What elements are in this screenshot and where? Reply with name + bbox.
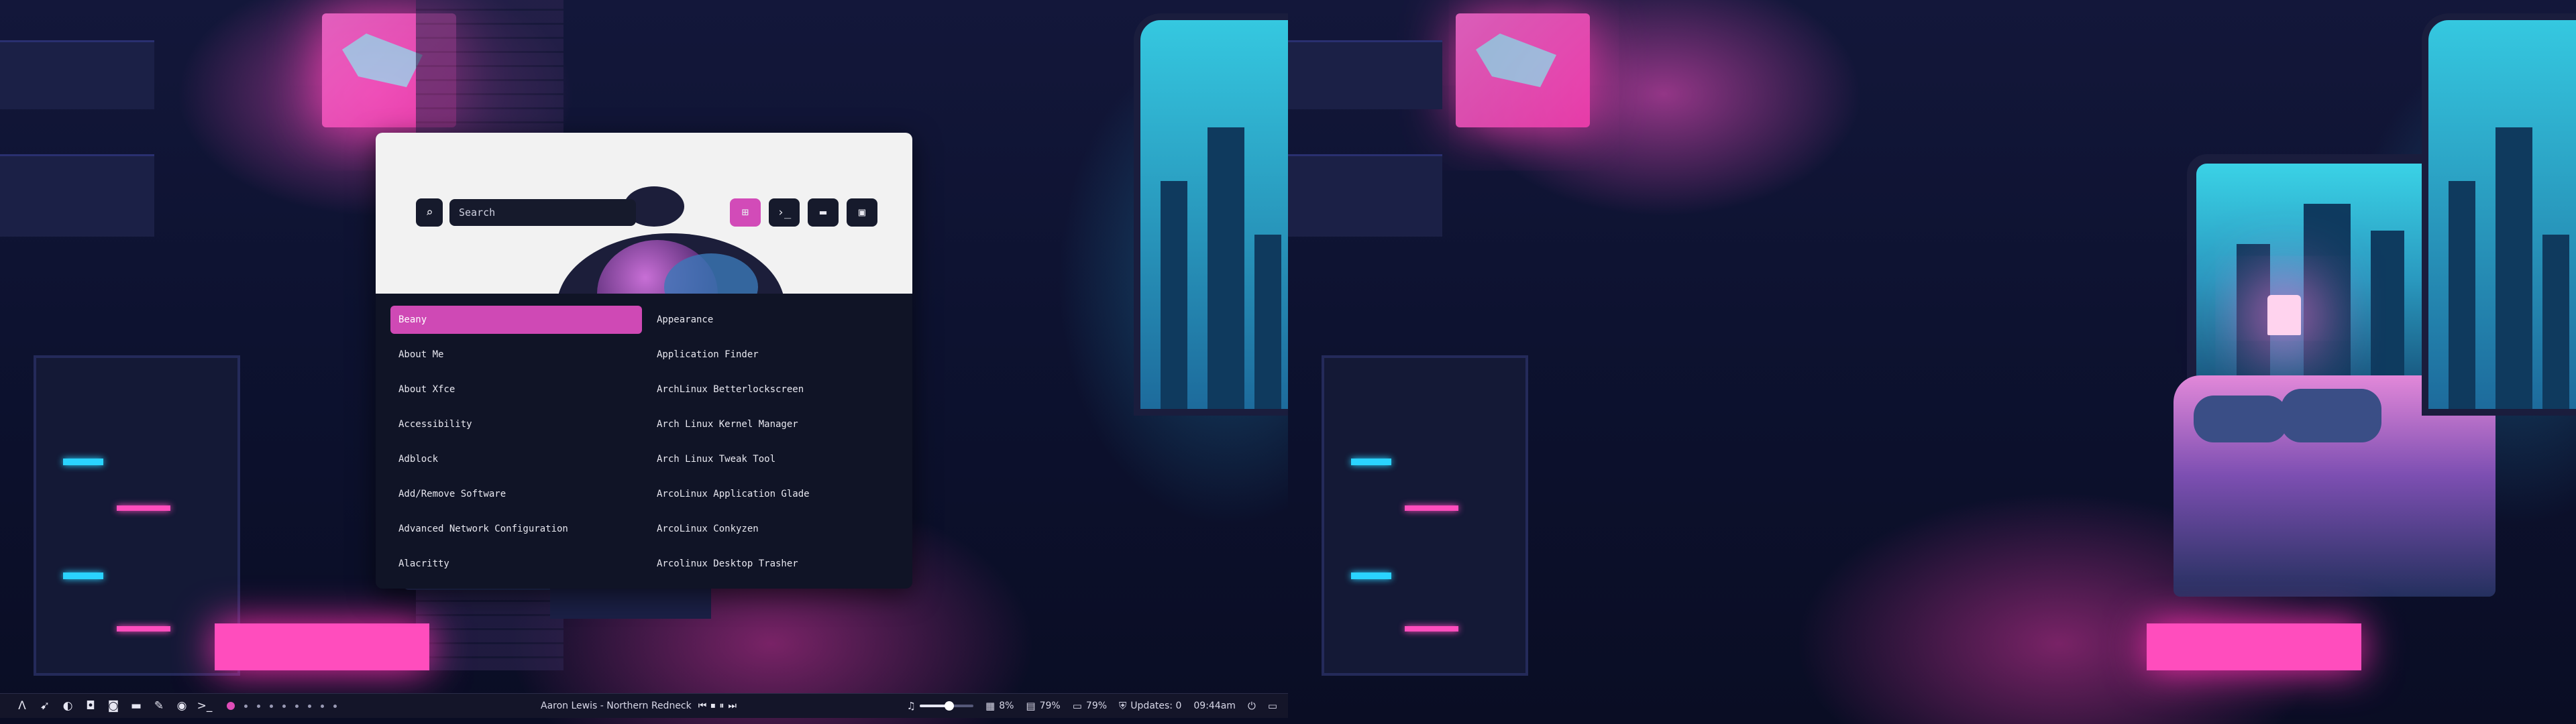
half-circle-icon[interactable]: ◐ <box>56 695 79 717</box>
wrench-icon[interactable]: ✎ <box>148 695 170 717</box>
city-window <box>2422 13 2576 416</box>
bookshelf <box>1288 40 1442 109</box>
terminal-icon[interactable]: >_ <box>193 695 216 717</box>
camera-icon[interactable]: ◉ <box>170 695 193 717</box>
rocket-icon[interactable]: ➹ <box>34 695 56 717</box>
disk-value: 79% <box>1085 701 1108 711</box>
shopping-bag-icon[interactable]: ◙ <box>102 695 125 717</box>
pause-icon[interactable]: ⏸ <box>719 701 724 711</box>
memory-icon: ▤ <box>1026 700 1036 712</box>
workspace-1[interactable] <box>227 702 235 710</box>
media-controls: ⏮ ⏹ ⏸ ⏭ <box>698 701 737 711</box>
next-icon[interactable]: ⏭ <box>728 701 737 711</box>
app-launcher: ⌕ ⊞ ›_ ▬ ▣ Beany Appearance About Me App… <box>376 133 912 589</box>
list-item[interactable]: Arch Linux Tweak Tool <box>649 445 900 473</box>
workspace-switcher <box>227 702 337 710</box>
list-item[interactable]: Accessibility <box>390 410 642 438</box>
list-item[interactable]: Alacritty <box>390 550 642 578</box>
folder-icon[interactable]: ▬ <box>125 695 148 717</box>
list-item[interactable]: ArcoLinux Application Glade <box>649 480 900 508</box>
list-item[interactable]: Arcolinux Desktop Trasher <box>649 550 900 578</box>
window-icon[interactable]: ▣ <box>847 198 877 227</box>
list-item[interactable]: Add/Remove Software <box>390 480 642 508</box>
workspace-3[interactable] <box>257 704 260 708</box>
lamp <box>2267 295 2301 335</box>
system-tray: ♫ ▦ 8% ▤ 79% ▭ 79% ⛨ Updates: 0 09:44am … <box>907 694 1277 718</box>
updates-indicator[interactable]: ⛨ Updates: 0 <box>1119 700 1181 712</box>
server-rack <box>34 355 240 676</box>
search-icon[interactable]: ⌕ <box>416 198 443 227</box>
workspace-6[interactable] <box>295 704 299 708</box>
disk-icon: ▭ <box>1072 700 1082 712</box>
list-item[interactable]: Appearance <box>649 306 900 334</box>
list-item[interactable]: About Xfce <box>390 375 642 404</box>
disk-monitor[interactable]: ▭ 79% <box>1073 700 1107 712</box>
list-item[interactable]: Advanced Network Configuration <box>390 515 642 543</box>
list-item[interactable]: Application Finder <box>649 341 900 369</box>
volume-slider[interactable] <box>920 701 973 711</box>
list-item[interactable]: Arch Linux Kernel Manager <box>649 410 900 438</box>
power-icon[interactable]: ⏻ <box>1248 700 1256 712</box>
launcher-modes: ⊞ ›_ ▬ ▣ <box>730 198 877 227</box>
volume-control: ♫ <box>907 700 973 712</box>
gamepad-icon[interactable]: ◘ <box>79 695 102 717</box>
media-player: Aaron Lewis - Northern Redneck ⏮ ⏹ ⏸ ⏭ <box>541 694 737 718</box>
monitor-icon[interactable]: ▭ <box>1268 700 1277 712</box>
memory-monitor[interactable]: ▤ 79% <box>1026 700 1060 712</box>
search-row: ⌕ <box>416 198 636 227</box>
bookshelf <box>1288 154 1442 237</box>
apps-grid-icon[interactable]: ⊞ <box>730 198 761 227</box>
workspace-5[interactable] <box>282 704 286 708</box>
neon-rug <box>2147 623 2361 670</box>
list-item[interactable]: About Me <box>390 341 642 369</box>
list-item[interactable]: Beany <box>390 306 642 334</box>
now-playing-label: Aaron Lewis - Northern Redneck <box>541 701 692 711</box>
list-item[interactable]: Adblock <box>390 445 642 473</box>
wallpaper-right <box>1288 0 2576 724</box>
folder-icon[interactable]: ▬ <box>808 198 839 227</box>
bookshelf <box>0 154 154 237</box>
clock[interactable]: 09:44am <box>1193 701 1236 711</box>
app-list: Beany Appearance About Me Application Fi… <box>390 306 900 585</box>
clock-time: 09:44am <box>1193 701 1236 711</box>
memory-value: 79% <box>1039 701 1061 711</box>
workspace-4[interactable] <box>270 704 273 708</box>
updates-label: Updates: 0 <box>1130 701 1182 711</box>
cpu-monitor[interactable]: ▦ 8% <box>985 700 1014 712</box>
arch-logo-icon[interactable]: Λ <box>11 695 34 717</box>
workspace-7[interactable] <box>308 704 311 708</box>
cpu-value: 8% <box>999 701 1014 711</box>
taskbar: Λ ➹ ◐ ◘ ◙ ▬ ✎ ◉ >_ Aaron Lewis - Norther… <box>0 693 1288 718</box>
bookshelf <box>0 40 154 109</box>
workspace-8[interactable] <box>321 704 324 708</box>
workspace-9[interactable] <box>333 704 337 708</box>
panel-launchers: Λ ➹ ◐ ◘ ◙ ▬ ✎ ◉ >_ <box>0 695 337 717</box>
terminal-icon[interactable]: ›_ <box>769 198 800 227</box>
shield-icon: ⛨ <box>1119 700 1127 712</box>
city-window <box>1134 13 1288 416</box>
list-item[interactable]: ArchLinux Betterlockscreen <box>649 375 900 404</box>
neon-rug <box>215 623 429 670</box>
list-item[interactable]: ArcoLinux Conkyzen <box>649 515 900 543</box>
search-input[interactable] <box>449 199 636 226</box>
previous-icon[interactable]: ⏮ <box>698 701 707 711</box>
neon-sign-decoration <box>1456 13 1590 127</box>
launcher-header: ⌕ ⊞ ›_ ▬ ▣ <box>376 133 912 294</box>
stop-icon[interactable]: ⏹ <box>710 701 715 711</box>
cpu-icon: ▦ <box>985 700 996 712</box>
workspace-2[interactable] <box>244 704 248 708</box>
server-rack <box>1322 355 1528 676</box>
music-note-icon: ♫ <box>906 700 916 712</box>
